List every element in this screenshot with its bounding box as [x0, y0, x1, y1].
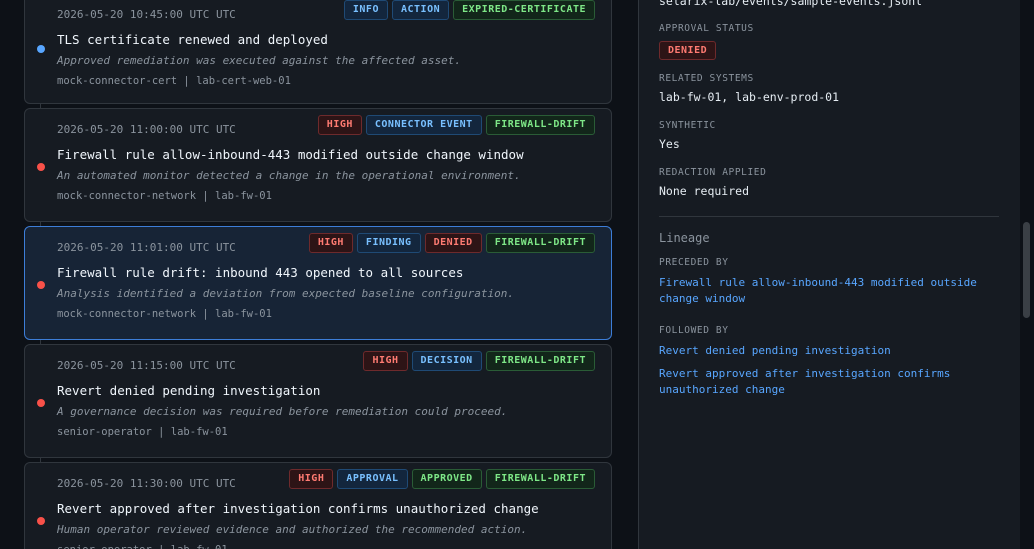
event-card[interactable]: 2026-05-20 11:15:00 UTC UTC HIGH DECISION F… [24, 344, 612, 458]
event-description: Analysis identified a deviation from exp… [57, 287, 514, 300]
event-card[interactable]: 2026-05-20 11:30:00 UTC UTC HIGH APPROVAL A… [24, 462, 612, 549]
event-title: Firewall rule drift: inbound 443 opened … [57, 265, 464, 280]
synthetic-value: Yes [659, 137, 680, 151]
redaction-label: REDACTION APPLIED [659, 167, 767, 178]
event-description: An automated monitor detected a change i… [57, 169, 521, 182]
event-tags: HIGH CONNECTOR EVENT FIREWALL-DRIFT [317, 115, 595, 135]
event-description: Human operator reviewed evidence and aut… [57, 523, 528, 536]
event-meta: senior-operator | lab-fw-01 [57, 426, 228, 438]
event-description: A governance decision was required befor… [57, 405, 508, 418]
event-title: Firewall rule allow-inbound-443 modified… [57, 147, 524, 162]
event-detail-panel: selarix-lab/events/sample-events.jsonl A… [638, 0, 1021, 549]
event-tag: APPROVED [411, 469, 482, 489]
scrollbar[interactable] [1020, 0, 1034, 549]
event-tag: FIREWALL-DRIFT [485, 233, 595, 253]
event-meta: mock-connector-network | lab-fw-01 [57, 308, 272, 320]
event-tag: INFO [343, 0, 388, 20]
event-card[interactable]: 2026-05-20 11:01:00 UTC UTC HIGH FINDING DE… [24, 226, 612, 340]
event-dot [37, 517, 45, 525]
event-dot [37, 163, 45, 171]
followed-by-link[interactable]: Revert denied pending investigation [659, 343, 999, 359]
approval-status-badge: DENIED [659, 41, 717, 60]
event-description: Approved remediation was executed agains… [57, 54, 461, 67]
event-tag: HIGH [363, 351, 408, 371]
event-tag: FINDING [356, 233, 421, 253]
event-tag: HIGH [317, 115, 362, 135]
event-tag: DECISION [411, 351, 482, 371]
event-title: Revert denied pending investigation [57, 383, 321, 398]
scrollbar-thumb[interactable] [1023, 222, 1030, 318]
synthetic-label: SYNTHETIC [659, 120, 716, 131]
approval-status-label: APPROVAL STATUS [659, 23, 754, 34]
event-title: TLS certificate renewed and deployed [57, 32, 328, 47]
event-tag: ACTION [391, 0, 450, 20]
event-timeline: 2026-05-20 10:45:00 UTC UTC INFO ACTION EXP… [0, 0, 638, 549]
event-tag: APPROVAL [337, 469, 408, 489]
event-timestamp: 2026-05-20 11:00:00 UTC UTC [57, 123, 236, 136]
panel-divider [659, 216, 999, 217]
event-timestamp: 2026-05-20 11:01:00 UTC UTC [57, 241, 236, 254]
event-card[interactable]: 2026-05-20 10:45:00 UTC UTC INFO ACTION EXP… [24, 0, 612, 104]
event-tags: HIGH DECISION FIREWALL-DRIFT [363, 351, 595, 371]
related-systems-value: lab-fw-01, lab-env-prod-01 [659, 90, 840, 104]
preceded-by-link[interactable]: Firewall rule allow-inbound-443 modified… [659, 275, 999, 307]
related-systems-label: RELATED SYSTEMS [659, 73, 754, 84]
followed-by-label: FOLLOWED BY [659, 325, 729, 336]
event-tag: HIGH [308, 233, 353, 253]
event-tag: CONNECTOR EVENT [365, 115, 482, 135]
event-dot [37, 281, 45, 289]
event-tag: EXPIRED-CERTIFICATE [453, 0, 595, 20]
event-tag: FIREWALL-DRIFT [485, 351, 595, 371]
event-tags: HIGH FINDING DENIED FIREWALL-DRIFT [308, 233, 595, 253]
event-tag: HIGH [289, 469, 334, 489]
event-tag: FIREWALL-DRIFT [485, 115, 595, 135]
event-timestamp: 2026-05-20 11:15:00 UTC UTC [57, 359, 236, 372]
event-card[interactable]: 2026-05-20 11:00:00 UTC UTC HIGH CONNECTOR… [24, 108, 612, 222]
event-meta: mock-connector-cert | lab-cert-web-01 [57, 75, 291, 87]
source-value: selarix-lab/events/sample-events.jsonl [659, 0, 923, 8]
event-timestamp: 2026-05-20 11:30:00 UTC UTC [57, 477, 236, 490]
event-timestamp: 2026-05-20 10:45:00 UTC UTC [57, 8, 236, 21]
event-tag: FIREWALL-DRIFT [485, 469, 595, 489]
event-title: Revert approved after investigation conf… [57, 501, 539, 516]
event-meta: mock-connector-network | lab-fw-01 [57, 190, 272, 202]
redaction-value: None required [659, 184, 750, 198]
event-tags: HIGH APPROVAL APPROVED FIREWALL-DRIFT [289, 469, 595, 489]
event-dot [37, 45, 45, 53]
preceded-by-label: PRECEDED BY [659, 257, 729, 268]
event-meta: senior-operator | lab-fw-01 [57, 544, 228, 549]
event-tag: DENIED [424, 233, 482, 253]
event-dot [37, 399, 45, 407]
event-tags: INFO ACTION EXPIRED-CERTIFICATE [343, 0, 595, 20]
followed-by-link[interactable]: Revert approved after investigation conf… [659, 366, 999, 398]
lineage-heading: Lineage [659, 231, 710, 245]
